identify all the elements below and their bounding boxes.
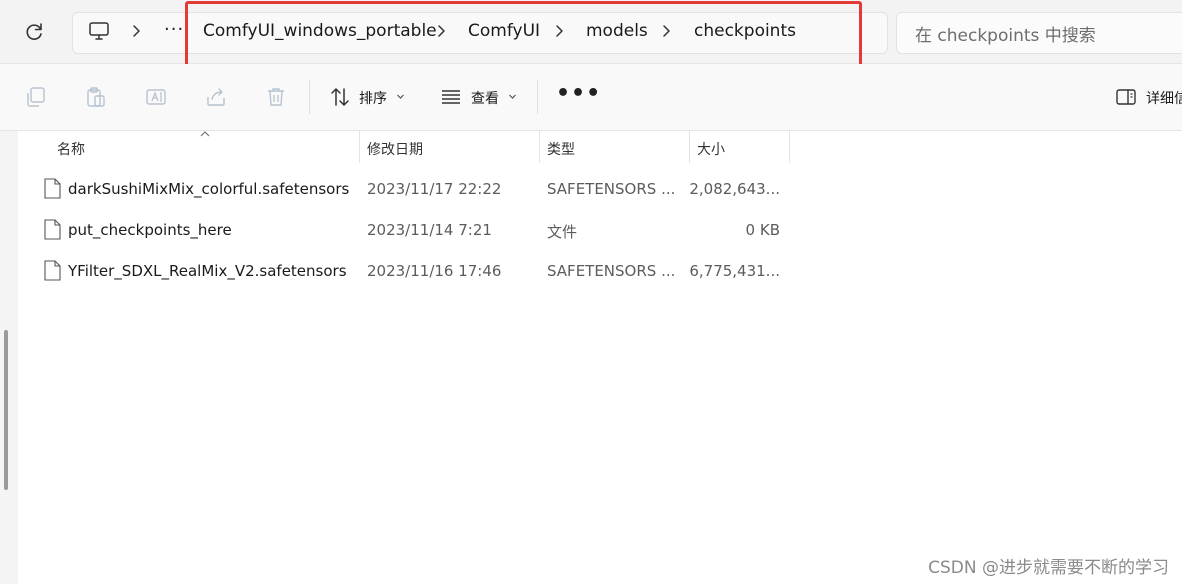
breadcrumb-overflow[interactable]: ··· [164, 19, 184, 40]
file-icon [44, 178, 61, 199]
file-list-pane [0, 131, 1182, 584]
file-name[interactable]: darkSushiMixMix_colorful.safetensors [68, 180, 349, 198]
file-modified: 2023/11/17 22:22 [367, 180, 502, 198]
toolbar-separator [309, 80, 310, 114]
rename-icon[interactable] [144, 85, 168, 109]
more-options-button[interactable]: ••• [556, 81, 601, 106]
chevron-down-icon[interactable] [508, 92, 517, 101]
navigation-pane-edge [0, 131, 18, 584]
file-modified: 2023/11/16 17:46 [367, 262, 502, 280]
view-icon[interactable] [439, 85, 463, 109]
watermark: CSDN @进步就需要不断的学习 [928, 558, 1169, 578]
column-header-type[interactable]: 类型 [547, 139, 575, 159]
file-name[interactable]: YFilter_SDXL_RealMix_V2.safetensors [68, 262, 347, 280]
annotation-highlight-box [185, 1, 862, 69]
file-modified: 2023/11/14 7:21 [367, 221, 492, 239]
file-size: 0 KB [745, 221, 780, 239]
sort-ascending-icon [200, 131, 210, 137]
sort-button[interactable]: 排序 [359, 88, 387, 108]
paste-icon[interactable] [84, 85, 108, 109]
file-type: 文件 [547, 223, 578, 241]
sort-icon[interactable] [328, 85, 352, 109]
this-pc-icon[interactable] [88, 20, 110, 42]
file-size: 2,082,643... [689, 180, 780, 198]
column-divider[interactable] [539, 131, 540, 163]
scrollbar-thumb[interactable] [4, 330, 8, 490]
chevron-down-icon[interactable] [396, 92, 405, 101]
file-name[interactable]: put_checkpoints_here [68, 221, 232, 239]
view-button[interactable]: 查看 [471, 88, 499, 108]
file-type: SAFETENSORS ... [547, 180, 676, 198]
column-divider[interactable] [689, 131, 690, 163]
column-header-name[interactable]: 名称 [57, 139, 85, 159]
file-icon [44, 260, 61, 281]
details-pane-icon[interactable] [1114, 85, 1138, 109]
column-divider[interactable] [359, 131, 360, 163]
share-icon[interactable] [204, 85, 228, 109]
column-header-size[interactable]: 大小 [697, 139, 725, 159]
column-header-modified[interactable]: 修改日期 [367, 139, 423, 159]
toolbar-separator [537, 80, 538, 114]
delete-icon[interactable] [264, 85, 288, 109]
refresh-icon[interactable] [22, 20, 46, 44]
file-type: SAFETENSORS ... [547, 262, 676, 280]
file-icon [44, 219, 61, 240]
search-placeholder: 在 checkpoints 中搜索 [915, 26, 1096, 46]
copy-icon[interactable] [24, 85, 48, 109]
details-pane-button[interactable]: 详细信息 [1146, 88, 1182, 108]
column-divider[interactable] [789, 131, 790, 163]
file-size: 6,775,431... [689, 262, 780, 280]
chevron-right-icon[interactable] [131, 22, 143, 40]
